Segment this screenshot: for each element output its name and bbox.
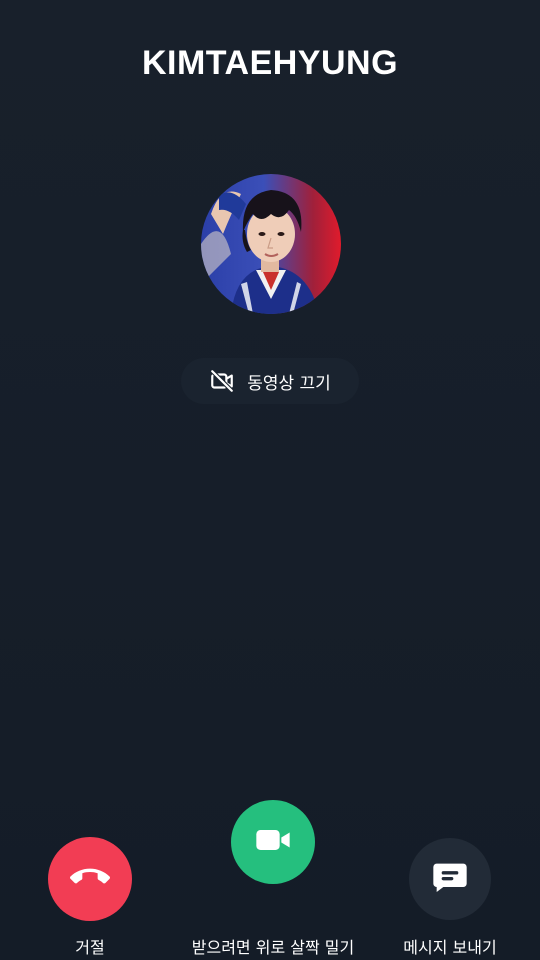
send-message-label: 메시지 보내기 — [403, 938, 497, 957]
video-camera-icon — [253, 820, 293, 864]
accept-video-call-button[interactable] — [231, 800, 315, 884]
video-off-button[interactable]: 동영상 끄기 — [181, 358, 359, 404]
video-off-label: 동영상 끄기 — [247, 373, 331, 394]
incoming-call-screen: KIMTAEHYUNG 동영상 끄기 거절 받으려면 위로 살짝 밀기 메시지 … — [0, 0, 540, 960]
accept-hint-label: 받으려면 위로 살짝 밀기 — [191, 938, 355, 957]
video-off-icon — [209, 368, 235, 394]
caller-name: KIMTAEHYUNG — [141, 44, 399, 82]
message-icon — [430, 857, 470, 901]
send-message-button[interactable] — [409, 838, 491, 920]
hang-up-icon — [69, 857, 110, 901]
decline-button[interactable] — [48, 837, 132, 921]
decline-label: 거절 — [75, 938, 105, 957]
caller-avatar — [201, 174, 341, 314]
